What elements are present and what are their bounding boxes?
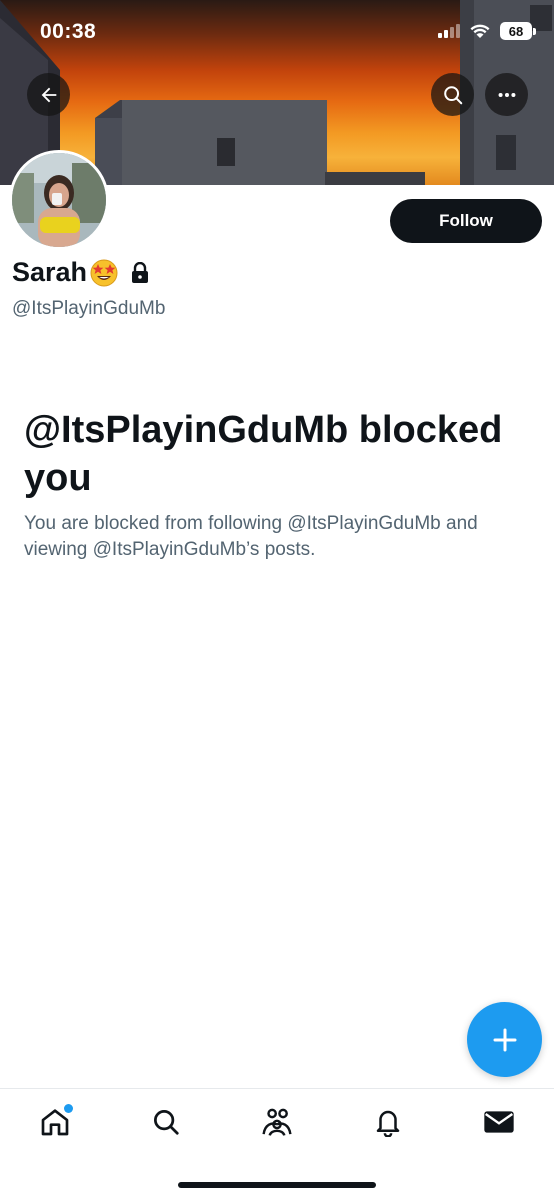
status-time: 00:38 [40,20,97,43]
display-name: Sarah [12,257,88,287]
battery-indicator: 68 [500,22,536,40]
bottom-navigation [0,1088,554,1155]
more-options-button[interactable] [485,73,528,116]
messages-icon [483,1111,514,1133]
notifications-icon [376,1110,400,1137]
follow-button[interactable]: Follow [390,199,542,243]
nav-notifications[interactable] [358,1097,418,1147]
search-icon [154,1110,179,1135]
nav-explore[interactable] [136,1097,196,1147]
lock-icon [132,261,149,283]
cellular-signal-icon [438,24,460,38]
nav-home[interactable] [25,1097,85,1147]
communities-icon [262,1108,292,1136]
back-button[interactable] [27,73,70,116]
blocked-title: @ItsPlayinGduMb blocked you [24,409,503,499]
more-icon [498,92,515,97]
avatar-image [12,153,106,247]
nav-communities[interactable] [247,1097,307,1147]
home-indicator [178,1182,376,1188]
star-struck-emoji-icon [90,259,118,286]
back-arrow-icon [41,87,56,102]
status-icons: 68 [438,22,536,40]
profile-name-row: Sarah [12,257,149,288]
wifi-icon [470,24,490,38]
compose-button[interactable] [467,1002,542,1077]
search-icon [443,85,462,104]
profile-handle: @ItsPlayinGduMb [12,298,166,319]
avatar[interactable] [9,150,109,250]
nav-messages[interactable] [469,1097,529,1147]
blocked-description: You are blocked from following @ItsPlayi… [24,513,478,560]
home-notification-dot [64,1104,74,1113]
plus-icon [493,1028,516,1051]
search-button[interactable] [431,73,474,116]
